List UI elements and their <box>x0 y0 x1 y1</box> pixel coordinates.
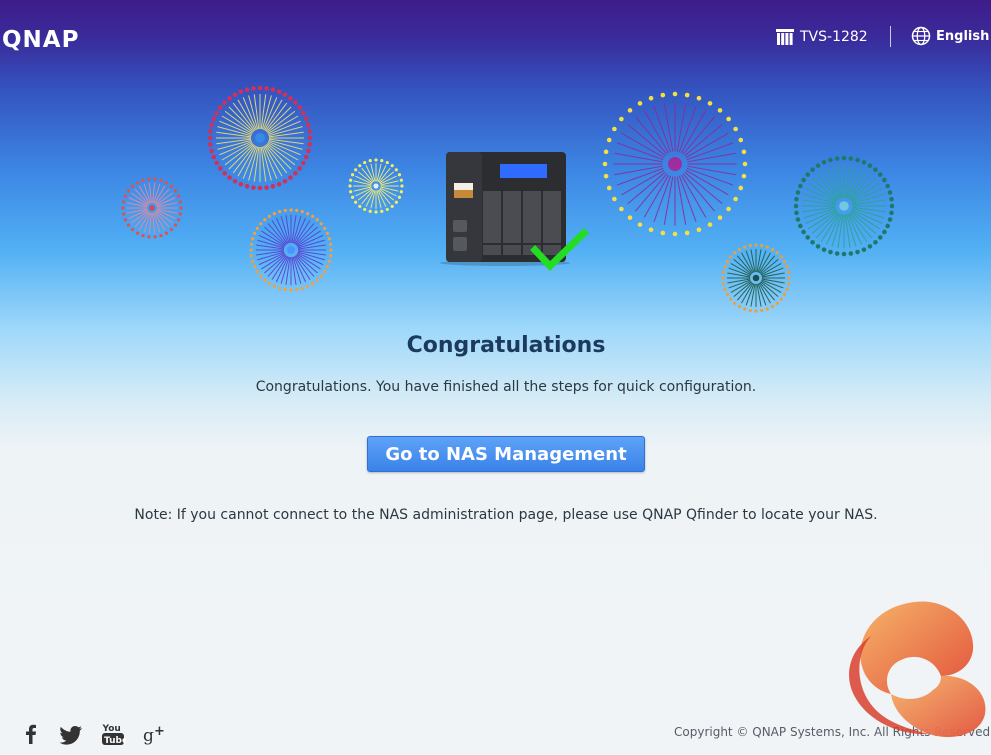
svg-text:You: You <box>102 724 121 734</box>
globe-icon <box>911 26 931 46</box>
facebook-icon[interactable] <box>18 721 44 747</box>
firework-burst <box>207 85 313 191</box>
youtube-icon[interactable]: You Tube <box>100 721 127 747</box>
svg-text:g: g <box>143 726 154 746</box>
firework-burst <box>721 243 791 313</box>
page-subtitle: Congratulations. You have finished all t… <box>255 379 757 395</box>
header-divider <box>890 26 891 47</box>
qfinder-note: Note: If you cannot connect to the NAS a… <box>134 507 878 523</box>
firework-burst <box>249 208 333 292</box>
firework-burst <box>602 91 748 237</box>
go-to-nas-management-button[interactable]: Go to NAS Management <box>367 436 645 472</box>
page-title: Congratulations <box>406 333 606 358</box>
firework-burst <box>793 155 895 257</box>
watermark-logo <box>849 601 986 738</box>
svg-text:Tube: Tube <box>104 736 126 746</box>
celebration-illustration <box>121 85 895 313</box>
device-model: TVS-1282 <box>775 27 868 47</box>
nas-device-illustration <box>440 152 570 266</box>
twitter-icon[interactable] <box>58 721 84 747</box>
firework-burst <box>121 177 183 239</box>
device-name: TVS-1282 <box>800 29 868 45</box>
firework-burst <box>348 158 404 214</box>
svg-text:+: + <box>154 724 165 739</box>
qnap-logo: QNAP <box>2 27 79 52</box>
language-label: English <box>936 28 990 44</box>
language-selector[interactable]: English <box>911 26 989 46</box>
nas-device-icon <box>776 29 794 45</box>
google-plus-icon[interactable]: g + <box>142 721 168 747</box>
qnap-logo-text: QNAP <box>2 27 79 52</box>
